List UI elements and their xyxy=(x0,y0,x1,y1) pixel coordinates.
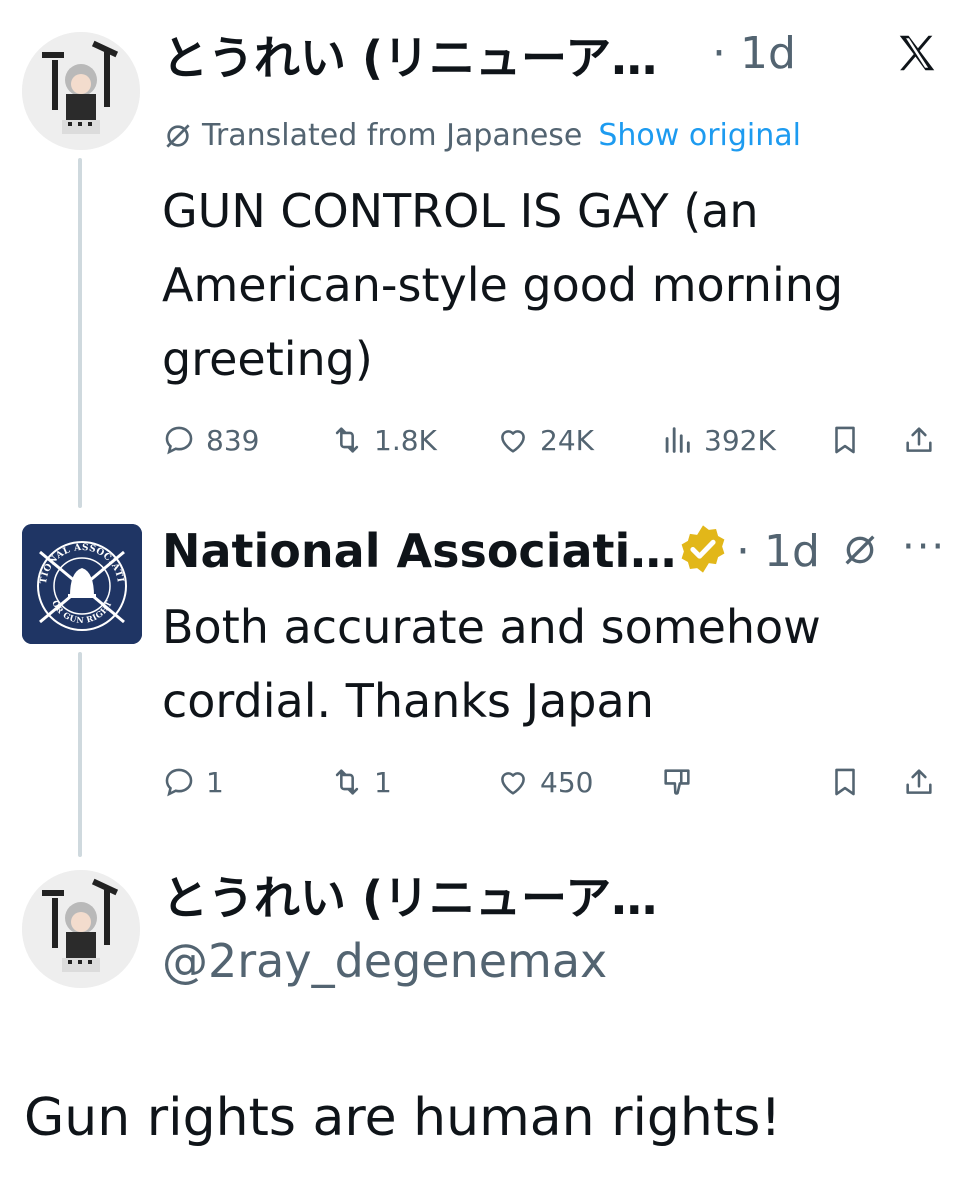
heart-icon xyxy=(501,430,525,453)
share-icon xyxy=(906,427,932,452)
share-button[interactable] xyxy=(902,765,936,799)
caption-text: Gun rights are human rights! xyxy=(24,1088,782,1148)
repost-button[interactable]: 1.8K xyxy=(330,423,437,457)
tweet-text-line: greeting) xyxy=(162,332,373,386)
author-name[interactable]: National Associati… xyxy=(162,524,676,578)
repost-icon xyxy=(335,427,359,453)
tweet-actions: 1 1 450 xyxy=(0,762,966,802)
thread-line xyxy=(78,652,82,857)
globe-slash-icon[interactable] xyxy=(840,530,880,570)
reply-button[interactable]: 839 xyxy=(162,423,259,457)
bookmark-button[interactable] xyxy=(828,423,862,457)
tweet-text-line: Both accurate and somehow xyxy=(162,600,821,654)
like-button[interactable]: 24K xyxy=(496,423,594,457)
organization-logo[interactable]: NATIONAL ASSOCIATION FOR GUN RIGHTS xyxy=(22,524,142,644)
author-name[interactable]: とうれい (リニューア… xyxy=(162,862,657,928)
tweet-text-line: cordial. Thanks Japan xyxy=(162,674,654,728)
more-options-button[interactable]: ··· xyxy=(902,524,946,570)
thumbs-down-icon xyxy=(664,769,690,795)
translation-notice: Translated from Japanese Show original xyxy=(162,118,801,153)
share-icon xyxy=(906,769,932,794)
like-count: 450 xyxy=(540,765,594,799)
avatar[interactable] xyxy=(22,32,140,150)
bookmark-icon xyxy=(835,768,855,796)
x-logo-icon xyxy=(899,35,935,71)
reply-icon xyxy=(165,426,193,455)
bookmark-button[interactable] xyxy=(828,765,862,799)
tweet-actions: 839 1.8K 24K 392K xyxy=(0,420,966,460)
like-button[interactable]: 450 xyxy=(496,765,593,799)
tweet-time[interactable]: · 1d xyxy=(712,28,796,79)
like-count: 24K xyxy=(540,423,594,457)
downvote-button[interactable] xyxy=(660,765,694,799)
share-button[interactable] xyxy=(902,423,936,457)
tweet-text-line: American-style good morning xyxy=(162,258,844,312)
views-button[interactable]: 392K xyxy=(660,423,776,457)
views-count: 392K xyxy=(704,423,776,457)
reply-button[interactable]: 1 xyxy=(162,765,224,799)
translated-label: Translated from Japanese xyxy=(202,118,583,153)
tweet-text-line: GUN CONTROL IS GAY (an xyxy=(162,184,759,238)
heart-icon xyxy=(501,772,525,795)
avatar-image xyxy=(22,32,140,150)
tweet-time[interactable]: · 1d xyxy=(736,526,820,577)
nagr-logo-image: NATIONAL ASSOCIATION FOR GUN RIGHTS xyxy=(22,524,142,644)
author-handle[interactable]: @2ray_degenemax xyxy=(162,934,607,988)
verified-badge-icon xyxy=(681,525,725,573)
repost-count: 1.8K xyxy=(374,423,437,457)
globe-slash-icon xyxy=(166,123,190,148)
reply-count: 1 xyxy=(206,765,224,799)
show-original-link[interactable]: Show original xyxy=(598,118,801,153)
reply-count: 839 xyxy=(206,423,260,457)
avatar[interactable] xyxy=(22,870,140,988)
views-chart-icon xyxy=(665,427,690,453)
author-name[interactable]: とうれい (リニューア… xyxy=(162,22,657,88)
repost-count: 1 xyxy=(374,765,392,799)
tweet-text: GUN CONTROL IS GAY (an American-style go… xyxy=(162,174,843,396)
repost-button[interactable]: 1 xyxy=(330,765,392,799)
bookmark-icon xyxy=(835,426,855,454)
reply-icon xyxy=(165,768,193,797)
tweet-text: Both accurate and somehow cordial. Thank… xyxy=(162,590,821,738)
avatar-image xyxy=(22,870,140,988)
repost-icon xyxy=(335,769,359,795)
